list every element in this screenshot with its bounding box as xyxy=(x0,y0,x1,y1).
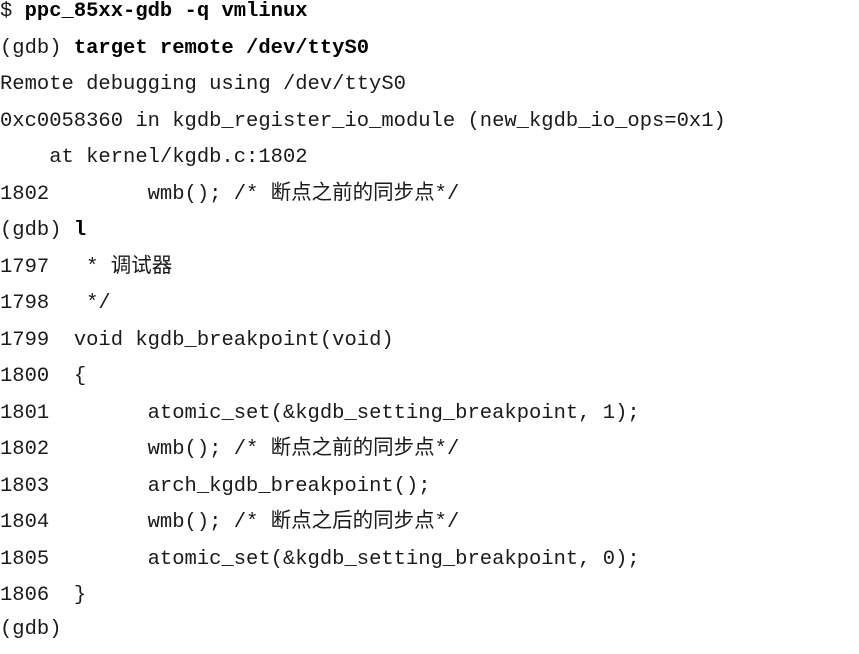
source-code: arch_kgdb_breakpoint(); xyxy=(49,474,431,498)
source-code: { xyxy=(49,365,87,388)
line-number: 1802 xyxy=(0,182,50,206)
source-code: atomic_set(&kgdb_setting_breakpoint, 1); xyxy=(49,401,640,425)
source-line: 1800 { xyxy=(0,365,86,401)
shell-prompt: $ xyxy=(0,0,25,23)
output-line: Remote debugging using /dev/ttyS0 xyxy=(0,73,406,96)
gdb-command-line: (gdb) l xyxy=(0,219,86,255)
line-number: 1798 xyxy=(0,292,50,315)
line-number: 1805 xyxy=(0,547,50,571)
source-line: 1802 wmb(); /* 断点之前的同步点*/ xyxy=(0,438,459,474)
gdb-command: target remote /dev/ttyS0 xyxy=(73,36,370,60)
source-line: 1804 wmb(); /* 断点之后的同步点*/ xyxy=(0,511,459,547)
source-line: 1806 } xyxy=(0,584,86,620)
source-line: 1802 wmb(); /* 断点之前的同步点*/ xyxy=(0,183,459,219)
source-line: 1803 arch_kgdb_breakpoint(); xyxy=(0,475,431,511)
line-number: 1802 xyxy=(0,438,50,461)
gdb-prompt-line[interactable]: (gdb) xyxy=(0,618,62,654)
source-line: 1798 */ xyxy=(0,292,111,328)
terminal-output: $ ppc_85xx-gdb -q vmlinux (gdb) target r… xyxy=(0,0,859,643)
line-number: 1797 xyxy=(0,255,50,279)
line-number: 1800 xyxy=(0,365,50,388)
source-line: 1799 void kgdb_breakpoint(void) xyxy=(0,329,394,365)
gdb-prompt: (gdb) xyxy=(0,36,74,60)
line-number: 1804 xyxy=(0,511,50,534)
source-code: wmb(); /* 断点之前的同步点*/ xyxy=(49,438,460,461)
line-number: 1806 xyxy=(0,584,50,607)
source-line: 1805 atomic_set(&kgdb_setting_breakpoint… xyxy=(0,548,640,584)
gdb-command-line: (gdb) target remote /dev/ttyS0 xyxy=(0,37,369,73)
shell-command: ppc_85xx-gdb -q vmlinux xyxy=(24,0,308,23)
line-number: 1801 xyxy=(0,401,50,425)
output-line: at kernel/kgdb.c:1802 xyxy=(0,146,308,169)
shell-command-line: $ ppc_85xx-gdb -q vmlinux xyxy=(0,0,308,36)
source-code: wmb(); /* 断点之后的同步点*/ xyxy=(49,511,460,534)
source-code: atomic_set(&kgdb_setting_breakpoint, 0); xyxy=(49,547,640,571)
source-code: } xyxy=(49,584,87,607)
source-code: * 调试器 xyxy=(49,255,173,279)
output-line: 0xc0058360 in kgdb_register_io_module (n… xyxy=(0,109,726,133)
line-number: 1803 xyxy=(0,474,50,498)
source-code: void kgdb_breakpoint(void) xyxy=(49,328,394,352)
source-line: 1797 * 调试器 xyxy=(0,256,172,292)
source-code: wmb(); /* 断点之前的同步点*/ xyxy=(49,182,460,206)
gdb-command: l xyxy=(73,219,87,242)
source-line: 1801 atomic_set(&kgdb_setting_breakpoint… xyxy=(0,402,640,438)
line-number: 1799 xyxy=(0,328,50,352)
source-code: */ xyxy=(49,292,111,315)
gdb-prompt: (gdb) xyxy=(0,219,74,242)
